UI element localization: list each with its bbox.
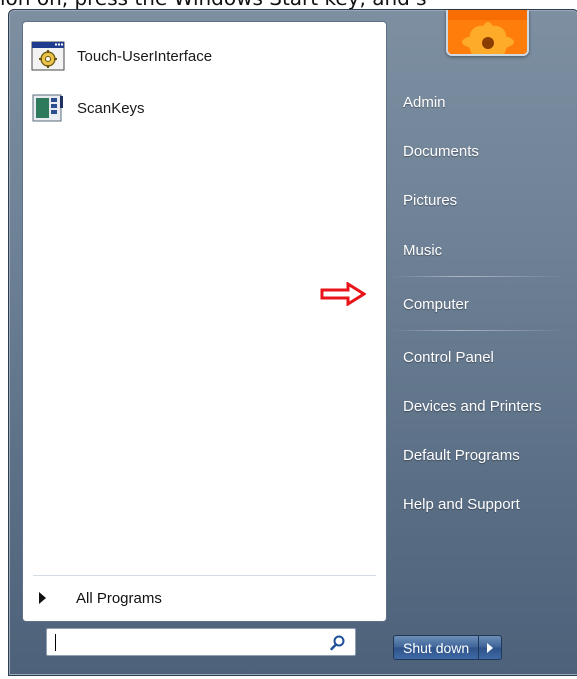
- menu-divider: [391, 276, 566, 277]
- menu-item-label: Default Programs: [403, 446, 520, 464]
- shutdown-button[interactable]: Shut down: [393, 635, 480, 660]
- menu-item-label: Music: [403, 241, 443, 259]
- search-input[interactable]: [57, 632, 331, 654]
- menu-item-default-programs[interactable]: Default Programs: [391, 437, 566, 473]
- all-programs-label: All Programs: [76, 589, 162, 607]
- menu-item-devices-and-printers[interactable]: Devices and Printers: [391, 388, 566, 424]
- search-icon[interactable]: [329, 634, 347, 652]
- menu-item-label: Help and Support: [403, 495, 520, 513]
- menu-divider: [391, 330, 566, 331]
- pinned-item-touch-userinterface[interactable]: Touch-UserInterface: [31, 36, 371, 76]
- menu-item-music[interactable]: Music: [391, 232, 566, 268]
- menu-item-documents[interactable]: Documents: [391, 133, 566, 169]
- menu-item-label: Devices and Printers: [403, 397, 542, 415]
- menu-item-pictures[interactable]: Pictures: [391, 182, 566, 218]
- search-box[interactable]: [46, 628, 356, 656]
- arrow-right-icon: [39, 592, 46, 604]
- pinned-item-label: ScanKeys: [77, 99, 145, 117]
- arrow-right-icon: [487, 642, 494, 653]
- menu-item-label: Admin: [403, 93, 446, 111]
- menu-item-computer[interactable]: Computer: [391, 286, 566, 322]
- gear-app-icon: [31, 41, 65, 71]
- shutdown-group: Shut down: [393, 635, 503, 660]
- left-programs-panel: Touch-UserInterface ScanKeys All Program…: [22, 21, 387, 622]
- menu-item-admin[interactable]: Admin: [391, 84, 566, 120]
- shutdown-options-button[interactable]: [479, 635, 503, 660]
- user-avatar[interactable]: [446, 10, 529, 56]
- all-programs-button[interactable]: All Programs: [39, 583, 369, 613]
- pinned-item-label: Touch-UserInterface: [77, 47, 213, 65]
- menu-item-control-panel[interactable]: Control Panel: [391, 339, 566, 375]
- menu-item-label: Computer: [403, 295, 469, 313]
- scankeys-app-icon: [31, 93, 65, 123]
- text-caret: [55, 634, 56, 651]
- start-menu: Touch-UserInterface ScanKeys All Program…: [8, 9, 577, 676]
- menu-item-label: Pictures: [403, 191, 458, 209]
- menu-item-help-and-support[interactable]: Help and Support: [391, 486, 566, 522]
- left-divider: [33, 575, 376, 576]
- pinned-item-scankeys[interactable]: ScanKeys: [31, 88, 371, 128]
- menu-item-label: Documents: [403, 142, 479, 160]
- menu-item-label: Control Panel: [403, 348, 494, 366]
- red-arrow-icon: [320, 282, 366, 306]
